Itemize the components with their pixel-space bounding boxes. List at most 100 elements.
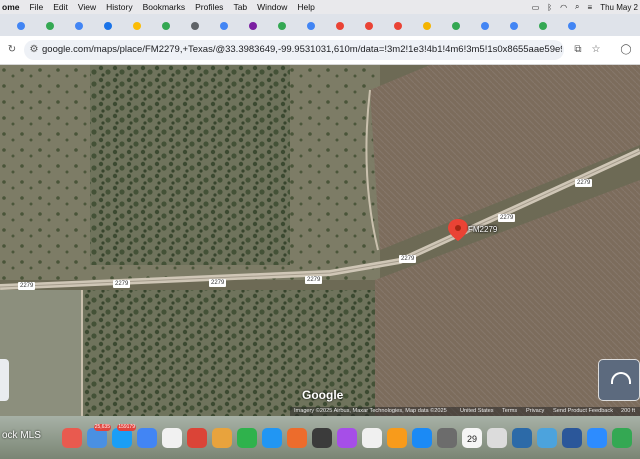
street-view-thumbnail[interactable] bbox=[598, 359, 640, 401]
menu-help[interactable]: Help bbox=[297, 2, 314, 12]
browser-tab[interactable] bbox=[130, 19, 144, 33]
browser-tab[interactable] bbox=[536, 19, 550, 33]
battery-icon[interactable]: ▭ bbox=[532, 3, 540, 12]
dock-app-icon[interactable] bbox=[337, 428, 357, 448]
dock-app-icon[interactable] bbox=[487, 428, 507, 448]
dock-app-icon[interactable] bbox=[287, 428, 307, 448]
tab-favicon-icon bbox=[249, 22, 257, 30]
globe-icon bbox=[611, 372, 631, 384]
tab-favicon-icon bbox=[423, 22, 431, 30]
install-app-icon[interactable]: ⧉ bbox=[572, 44, 584, 56]
tab-favicon-icon bbox=[104, 22, 112, 30]
menu-edit[interactable]: Edit bbox=[53, 2, 68, 12]
browser-tab[interactable] bbox=[420, 19, 434, 33]
menu-view[interactable]: View bbox=[78, 2, 96, 12]
dock-app-icon[interactable] bbox=[62, 428, 82, 448]
browser-tab[interactable] bbox=[43, 19, 57, 33]
tab-favicon-icon bbox=[336, 22, 344, 30]
browser-tab[interactable] bbox=[159, 19, 173, 33]
bookmark-star-icon[interactable]: ☆ bbox=[590, 44, 602, 56]
dock-app-icon[interactable] bbox=[312, 428, 332, 448]
tab-favicon-icon bbox=[162, 22, 170, 30]
dock-app-icon[interactable]: 25,635 bbox=[87, 424, 111, 448]
site-info-icon[interactable]: ⚙ bbox=[28, 44, 40, 56]
google-logo: Google bbox=[302, 388, 344, 402]
browser-tab[interactable] bbox=[304, 19, 318, 33]
menu-tab[interactable]: Tab bbox=[233, 2, 247, 12]
unread-badge: 25,635 bbox=[93, 424, 111, 431]
dock-app-icon[interactable] bbox=[437, 428, 457, 448]
pin-label[interactable]: FM2279 bbox=[468, 225, 497, 234]
status-area: ▭ ᛒ ◠ ⌕ ≡ Thu May 2 bbox=[532, 0, 638, 14]
browser-tab[interactable] bbox=[478, 19, 492, 33]
desktop-text: ock MLS bbox=[2, 430, 41, 441]
dock-app-icon[interactable] bbox=[587, 428, 607, 448]
browser-tab[interactable] bbox=[14, 19, 28, 33]
dock-app-icon[interactable] bbox=[512, 428, 532, 448]
menu-file[interactable]: File bbox=[29, 2, 43, 12]
browser-tab[interactable] bbox=[362, 19, 376, 33]
dock-app-icon[interactable] bbox=[262, 428, 282, 448]
satellite-imagery bbox=[0, 65, 640, 416]
tab-favicon-icon bbox=[191, 22, 199, 30]
road-label: 2279 bbox=[498, 214, 516, 222]
menu-window[interactable]: Window bbox=[257, 2, 287, 12]
browser-tab[interactable] bbox=[565, 19, 579, 33]
browser-tab[interactable] bbox=[507, 19, 521, 33]
menu-history[interactable]: History bbox=[106, 2, 132, 12]
url-text[interactable]: google.com/maps/place/FM2279,+Texas/@33.… bbox=[42, 44, 562, 55]
browser-tab[interactable] bbox=[101, 19, 115, 33]
reload-icon[interactable]: ↻ bbox=[6, 44, 18, 56]
browser-tab[interactable] bbox=[391, 19, 405, 33]
browser-tab[interactable] bbox=[217, 19, 231, 33]
road-label: 2279 bbox=[209, 279, 227, 287]
clock[interactable]: Thu May 2 bbox=[600, 3, 638, 12]
dock-app-icon[interactable] bbox=[212, 428, 232, 448]
dock-app-icon[interactable] bbox=[162, 428, 182, 448]
tab-favicon-icon bbox=[46, 22, 54, 30]
scale-bar[interactable]: 200 ft bbox=[621, 408, 635, 414]
browser-tab[interactable] bbox=[188, 19, 202, 33]
dock-app-icon[interactable] bbox=[387, 428, 407, 448]
menu-bookmarks[interactable]: Bookmarks bbox=[143, 2, 186, 12]
wifi-icon[interactable]: ◠ bbox=[560, 3, 567, 12]
terms-link[interactable]: Terms bbox=[502, 408, 517, 414]
tab-favicon-icon bbox=[394, 22, 402, 30]
tab-favicon-icon bbox=[17, 22, 25, 30]
browser-tab[interactable] bbox=[449, 19, 463, 33]
dock-app-icon[interactable] bbox=[612, 428, 632, 448]
dock-app-icon[interactable] bbox=[537, 428, 557, 448]
menu-bar: ome File Edit View History Bookmarks Pro… bbox=[0, 0, 640, 14]
dock-app-icon[interactable] bbox=[237, 428, 257, 448]
address-bar[interactable]: ⚙ google.com/maps/place/FM2279,+Texas/@3… bbox=[24, 40, 564, 60]
country-link[interactable]: United States bbox=[460, 408, 494, 414]
dock-app-icon[interactable] bbox=[187, 428, 207, 448]
browser-tab[interactable] bbox=[72, 19, 86, 33]
tab-favicon-icon bbox=[568, 22, 576, 30]
bluetooth-icon[interactable]: ᛒ bbox=[547, 3, 552, 12]
calendar-icon[interactable]: 29 bbox=[462, 428, 482, 448]
browser-tab[interactable] bbox=[333, 19, 347, 33]
tab-strip bbox=[0, 14, 640, 36]
road-label: 2279 bbox=[18, 282, 36, 290]
feedback-link[interactable]: Send Product Feedback bbox=[553, 408, 613, 414]
road-label: 2279 bbox=[575, 179, 593, 187]
privacy-link[interactable]: Privacy bbox=[526, 408, 544, 414]
dock-app-icon[interactable]: 159179 bbox=[112, 424, 136, 448]
control-center-icon[interactable]: ≡ bbox=[588, 3, 593, 12]
search-icon[interactable]: ⌕ bbox=[575, 2, 579, 12]
road-label: 2279 bbox=[305, 276, 323, 284]
menu-app-name[interactable]: ome bbox=[2, 2, 19, 12]
dock-app-icon[interactable] bbox=[562, 428, 582, 448]
profile-icon[interactable]: ◯ bbox=[620, 44, 632, 56]
satellite-map[interactable]: 2279 2279 2279 2279 2279 2279 2279 FM227… bbox=[0, 65, 640, 416]
browser-tab[interactable] bbox=[246, 19, 260, 33]
browser-tab[interactable] bbox=[275, 19, 289, 33]
dock-app-icon[interactable] bbox=[362, 428, 382, 448]
dock-app-icon[interactable] bbox=[412, 428, 432, 448]
menu-profiles[interactable]: Profiles bbox=[195, 2, 223, 12]
tab-favicon-icon bbox=[539, 22, 547, 30]
unread-badge: 159179 bbox=[117, 424, 136, 431]
layers-thumbnail[interactable] bbox=[0, 359, 9, 401]
dock-app-icon[interactable] bbox=[137, 428, 157, 448]
